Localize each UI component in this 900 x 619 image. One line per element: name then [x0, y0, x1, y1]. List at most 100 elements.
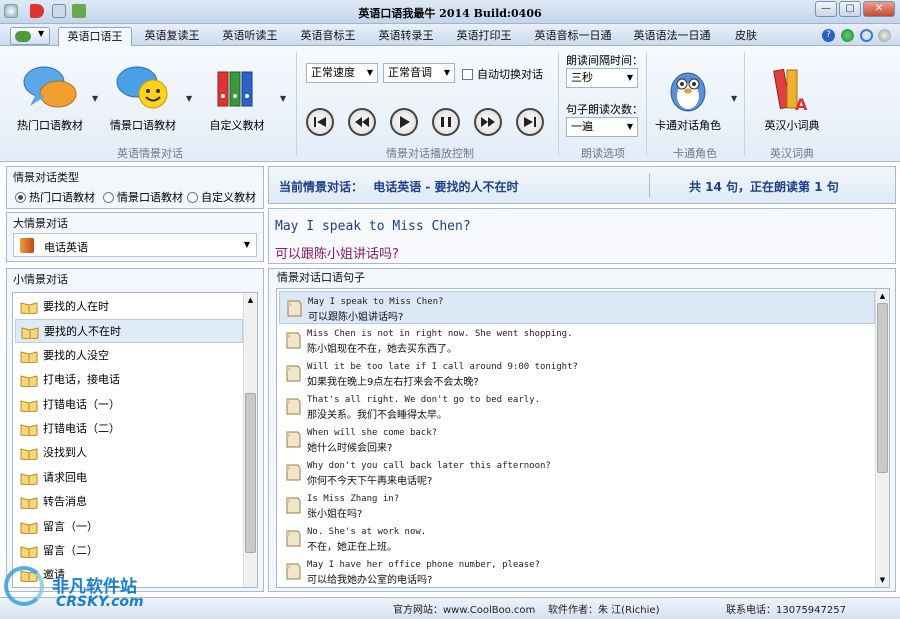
sentence-en: Will it be too late if I call around 9:0… — [307, 362, 578, 372]
title-bar: 英语口语我最牛 2014 Build:0406 — ▢ ✕ — [0, 0, 900, 24]
tab-phonetic-day[interactable]: 英语音标一日通 — [527, 27, 619, 46]
tab-transcribe[interactable]: 英语转录王 — [370, 27, 442, 46]
chevron-down-icon: ▼ — [243, 240, 250, 249]
play-button[interactable] — [390, 108, 418, 136]
sentence-zh: 张小姐在吗? — [307, 509, 363, 520]
scroll-down-arrow[interactable]: ▼ — [876, 573, 889, 587]
settings-icon[interactable] — [878, 29, 891, 42]
current-scene-label: 当前情景对话： — [279, 180, 364, 194]
minimize-button[interactable]: — — [815, 1, 837, 17]
sentences-scrollbar[interactable]: ▲ ▼ — [875, 289, 889, 587]
scroll-thumb[interactable] — [245, 393, 256, 553]
help-icon[interactable]: ? — [822, 29, 835, 42]
custom-textbook-button[interactable]: 自定义教材 — [198, 64, 276, 133]
sentence-en: No. She's at work now. — [307, 527, 427, 537]
list-item-label: 打错电话（二） — [43, 422, 120, 435]
times-select[interactable]: 一遍 ▼ — [566, 117, 638, 137]
list-item[interactable]: 要找的人不在时 — [15, 319, 243, 344]
sentence-row[interactable]: That's all right. We don't go to bed ear… — [279, 390, 875, 423]
sentence-row[interactable]: Is Miss Zhang in? 张小姐在吗? — [279, 489, 875, 522]
sentence-row[interactable]: May I speak to Miss Chen? 可以跟陈小姐讲话吗? — [279, 291, 875, 324]
list-item[interactable]: 留言（一） — [15, 515, 243, 539]
big-scene-select[interactable]: 电话英语 ▼ — [13, 233, 257, 257]
current-scene-panel: 当前情景对话： 电话英语 - 要找的人不在时 共 14 句，正在朗读第 1 句 — [268, 166, 896, 204]
list-item[interactable]: 转告消息 — [15, 490, 243, 514]
current-sentence-panel: May I speak to Miss Chen? 可以跟陈小姐讲话吗? — [268, 208, 896, 264]
sentence-row[interactable]: Why don't you call back later this after… — [279, 456, 875, 489]
interval-select[interactable]: 三秒 ▼ — [566, 68, 638, 88]
scroll-up-arrow[interactable]: ▲ — [244, 293, 257, 307]
sentence-row[interactable]: May I have her office phone number, plea… — [279, 555, 875, 587]
scroll-up-arrow[interactable]: ▲ — [876, 289, 889, 303]
sentence-en: When will she come back? — [307, 428, 438, 438]
list-item-label: 要找的人没空 — [43, 348, 109, 362]
tab-listen[interactable]: 英语听读王 — [214, 27, 286, 46]
list-item[interactable]: 要找的人在时 — [15, 295, 243, 319]
list-item[interactable]: 请求回电 — [15, 466, 243, 490]
list-item-label: 打电话，接电话 — [43, 373, 120, 387]
next-button[interactable] — [474, 108, 502, 136]
sentence-en: Is Miss Zhang in? — [307, 494, 400, 504]
close-button[interactable]: ✕ — [863, 1, 895, 17]
tab-print[interactable]: 英语打印王 — [448, 27, 520, 46]
sentence-row[interactable]: No. She's at work now. 不在，她正在上班。 — [279, 522, 875, 555]
chevron-down-icon: ▼ — [38, 29, 45, 38]
list-item-label: 留言（一） — [43, 519, 98, 533]
list-item[interactable]: 没找到人 — [15, 441, 243, 465]
globe-icon[interactable] — [841, 29, 854, 42]
custom-textbook-dropdown[interactable]: ▼ — [280, 94, 286, 103]
refresh-icon[interactable] — [860, 29, 873, 42]
progress-divider — [649, 173, 650, 197]
dictionary-button[interactable]: A 英汉小词典 — [752, 64, 832, 133]
speed-select[interactable]: 正常速度 ▼ — [306, 63, 378, 83]
open-book-icon — [20, 521, 38, 534]
list-scrollbar[interactable]: ▲ — [243, 293, 257, 587]
scene-textbook-button[interactable]: 情景口语教材 — [104, 64, 182, 133]
sentence-en: May I speak to Miss Chen? — [308, 297, 444, 307]
radio-scene[interactable]: 情景口语教材 — [103, 189, 183, 205]
interval-label: 朗读间隔时间： — [566, 54, 643, 67]
list-item-label: 留言（二） — [43, 544, 98, 557]
open-book-icon — [20, 424, 38, 436]
maximize-button[interactable]: ▢ — [839, 1, 861, 17]
tone-select[interactable]: 正常音调 ▼ — [383, 63, 455, 83]
previous-button[interactable] — [348, 108, 376, 136]
list-item[interactable]: 打电话，接电话 — [15, 368, 243, 392]
cartoon-role-dropdown[interactable]: ▼ — [731, 94, 737, 103]
scroll-thumb[interactable] — [877, 303, 888, 473]
radio-scene-label: 情景口语教材 — [117, 191, 183, 204]
chevron-down-icon: ▼ — [626, 122, 633, 131]
chat-bubbles-icon — [23, 66, 77, 108]
list-item[interactable]: 打错电话（二） — [15, 417, 243, 441]
cartoon-role-button[interactable]: 卡通对话角色 — [650, 64, 726, 133]
sentence-en: May I have her office phone number, plea… — [307, 560, 540, 570]
tab-skin[interactable]: 皮肤 — [724, 27, 768, 46]
tab-repeat[interactable]: 英语复读王 — [136, 27, 208, 46]
radio-custom[interactable]: 自定义教材 — [187, 189, 256, 205]
pause-button[interactable] — [432, 108, 460, 136]
first-button[interactable] — [306, 108, 334, 136]
watermark-en: CRSKY.com — [56, 594, 144, 610]
role-group-label: 卡通角色 — [673, 147, 717, 160]
tab-grammar-day[interactable]: 英语语法一日通 — [626, 27, 718, 46]
quick-menu-button[interactable]: ▼ — [10, 27, 50, 45]
last-button[interactable] — [516, 108, 544, 136]
hot-textbook-dropdown[interactable]: ▼ — [92, 94, 98, 103]
open-book-icon — [20, 351, 38, 363]
sentence-en: Why don't you call back later this after… — [307, 461, 551, 471]
radio-hot[interactable]: 热门口语教材 — [15, 189, 95, 205]
auto-switch-checkbox[interactable]: 自动切换对话 — [462, 66, 543, 82]
radio-icon — [187, 192, 198, 203]
page-icon — [286, 431, 301, 448]
list-item[interactable]: 要找的人没空 — [15, 344, 243, 368]
sentence-row[interactable]: Will it be too late if I call around 9:0… — [279, 357, 875, 390]
tab-oral[interactable]: 英语口语王 — [58, 27, 132, 46]
scene-textbook-dropdown[interactable]: ▼ — [186, 94, 192, 103]
tab-phonetic[interactable]: 英语音标王 — [292, 27, 364, 46]
page-icon — [286, 332, 301, 349]
hot-textbook-button[interactable]: 热门口语教材 — [8, 64, 92, 133]
type-title: 情景对话类型 — [13, 171, 79, 184]
sentence-row[interactable]: Miss Chen is not in right now. She went … — [279, 324, 875, 357]
sentence-row[interactable]: When will she come back? 她什么时候会回来? — [279, 423, 875, 456]
list-item[interactable]: 打错电话（一） — [15, 393, 243, 417]
